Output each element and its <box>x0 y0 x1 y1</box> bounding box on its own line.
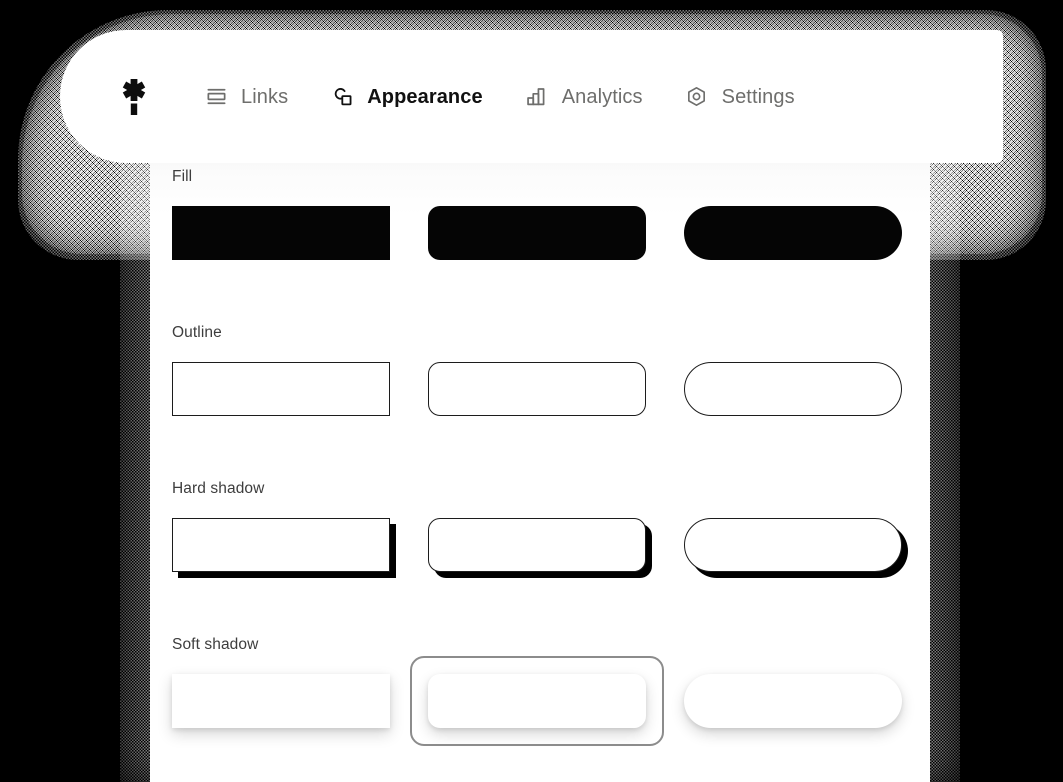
section-label-outline: Outline <box>172 324 222 341</box>
swatch-soft-shadow-square[interactable] <box>172 674 390 728</box>
nav-label-settings: Settings <box>721 85 795 108</box>
nav-item-links[interactable]: Links <box>204 85 288 109</box>
bar-chart-icon <box>525 85 549 109</box>
section-label-hard-shadow: Hard shadow <box>172 480 265 497</box>
navbar-inner: Links Appearance Analytics Settings <box>60 30 837 163</box>
section-label-soft-shadow: Soft shadow <box>172 636 259 653</box>
swatch-fill-pill[interactable] <box>684 206 902 260</box>
app-root: Fill Outline Hard shadow Soft shadow Lin… <box>0 0 1063 782</box>
swatch-hard-shadow-pill[interactable] <box>684 518 902 572</box>
section-outline: Outline <box>172 323 930 442</box>
swatch-hard-shadow-square[interactable] <box>172 518 390 572</box>
top-navbar: Links Appearance Analytics Settings <box>60 30 1003 163</box>
swatch-fill-square[interactable] <box>172 206 390 260</box>
nav-item-settings[interactable]: Settings <box>685 85 795 109</box>
swatch-row-fill <box>172 206 930 286</box>
swatch-outline-rounded[interactable] <box>428 362 646 416</box>
appearance-panel: Fill Outline Hard shadow Soft shadow <box>150 145 930 782</box>
asterisk-logo-icon[interactable] <box>112 75 156 119</box>
swatch-hard-shadow-rounded[interactable] <box>428 518 646 572</box>
swatch-soft-shadow-rounded[interactable] <box>410 656 664 746</box>
swatch-soft-shadow-pill[interactable] <box>684 674 902 728</box>
nav-item-analytics[interactable]: Analytics <box>525 85 643 109</box>
swatch-row-outline <box>172 362 930 442</box>
shapes-icon <box>330 85 354 109</box>
nav-label-appearance: Appearance <box>367 85 483 108</box>
section-hard-shadow: Hard shadow <box>172 479 930 598</box>
swatch-outline-square[interactable] <box>172 362 390 416</box>
hex-nut-icon <box>685 85 709 109</box>
section-label-fill: Fill <box>172 168 193 185</box>
nav-item-appearance[interactable]: Appearance <box>330 85 483 109</box>
section-fill: Fill <box>172 167 930 286</box>
swatch-row-soft-shadow <box>172 656 930 754</box>
nav-label-links: Links <box>241 85 289 108</box>
swatch-fill-rounded[interactable] <box>428 206 646 260</box>
nav-label-analytics: Analytics <box>561 85 643 108</box>
selection-ring <box>410 656 664 746</box>
swatch-row-hard-shadow <box>172 518 930 598</box>
links-card-icon <box>204 85 228 109</box>
swatch-outline-pill[interactable] <box>684 362 902 416</box>
section-soft-shadow: Soft shadow <box>172 635 930 754</box>
